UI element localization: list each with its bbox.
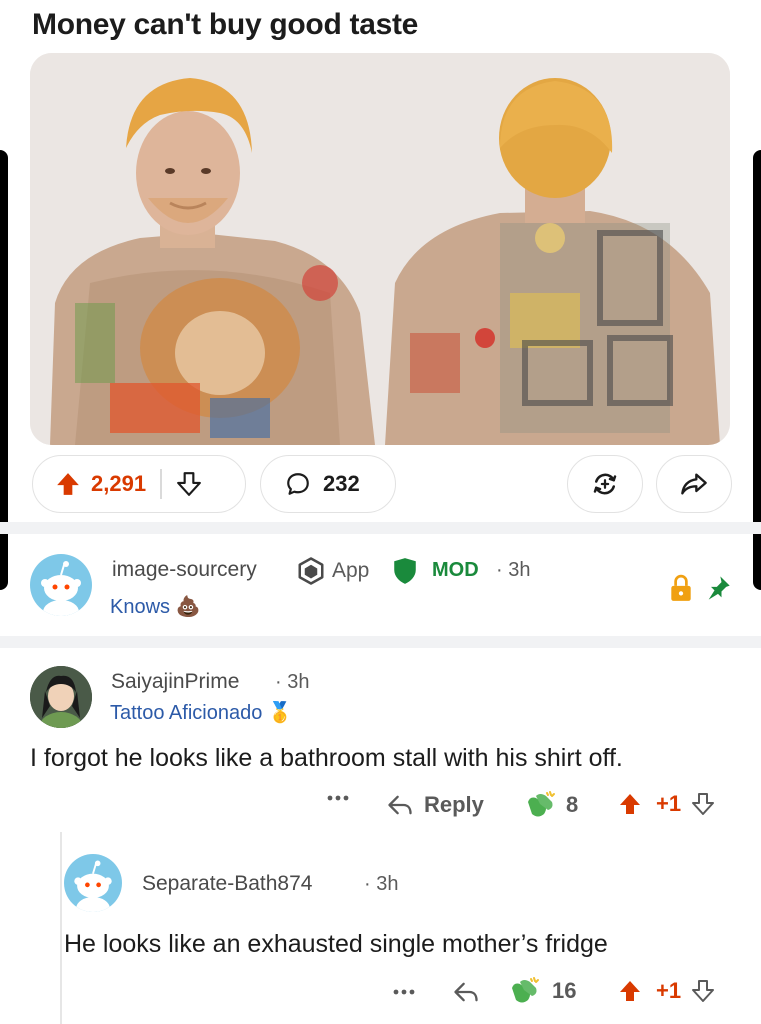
downvote-arrow-icon[interactable]: [176, 471, 202, 497]
mod-badge: MOD: [432, 559, 479, 581]
upvote-arrow-icon[interactable]: [55, 471, 81, 497]
comment-time: · 3h: [275, 671, 310, 693]
comment-vote: +1: [618, 791, 715, 817]
comment-score: +1: [656, 978, 682, 1003]
post-title: Money can't buy good taste: [32, 8, 419, 41]
award-count: 8: [566, 792, 579, 817]
mod-shield-icon: [392, 557, 418, 590]
downvote-arrow-icon[interactable]: [691, 792, 715, 816]
comment-body: I forgot he looks like a bathroom stall …: [30, 744, 623, 772]
award-button[interactable]: [567, 455, 643, 513]
snoo-icon: [41, 561, 81, 616]
comment-score: +1: [656, 791, 682, 816]
comments-button[interactable]: 232: [260, 455, 396, 513]
hands-award-icon: [524, 790, 556, 820]
comment-count: 232: [323, 471, 360, 496]
comment-username[interactable]: SaiyajinPrime: [111, 670, 239, 694]
comment-body: He looks like an exhausted single mother…: [64, 930, 608, 958]
mod-comment: image-sourcery App MOD · 3h Knows 💩: [0, 534, 761, 634]
comment: SaiyajinPrime · 3h Tattoo Aficionado 🥇 I…: [0, 648, 761, 828]
snoo-icon: [74, 860, 112, 912]
reply-arrow-icon[interactable]: [452, 979, 480, 1005]
comment-vote: +1: [618, 978, 715, 1004]
comment-bubble-icon: [285, 471, 311, 497]
avatar[interactable]: [30, 666, 92, 728]
time-value: 3h: [376, 873, 399, 895]
award-button[interactable]: 8: [524, 790, 578, 820]
post-image[interactable]: [30, 53, 730, 445]
comment-time: · 3h: [364, 873, 399, 895]
pin-icon: [704, 574, 732, 607]
more-options-icon[interactable]: [326, 794, 350, 802]
award-count: 16: [552, 978, 577, 1003]
avatar[interactable]: [30, 554, 92, 616]
upvote-arrow-icon[interactable]: [618, 792, 642, 816]
lock-icon: [668, 574, 694, 607]
section-divider: [0, 522, 761, 534]
flair-text: Tattoo Aficionado: [110, 702, 263, 724]
poop-emoji-icon: 💩: [175, 596, 201, 618]
time-value: 3h: [508, 559, 531, 581]
comment-username[interactable]: Separate-Bath874: [142, 872, 312, 896]
comment-time: · 3h: [496, 559, 531, 581]
hands-award-icon: [508, 976, 540, 1006]
more-options-icon[interactable]: [392, 988, 416, 996]
reply-arrow-icon: [386, 792, 414, 818]
user-flair: Knows 💩: [110, 594, 201, 619]
user-flair: Tattoo Aficionado 🥇: [110, 700, 293, 725]
vote-bar: 2,291: [32, 455, 246, 513]
reply-label: Reply: [424, 792, 484, 817]
vote-divider: [160, 469, 162, 499]
reply-button[interactable]: Reply: [386, 792, 484, 818]
time-value: 3h: [287, 671, 310, 693]
upvote-arrow-icon[interactable]: [618, 979, 642, 1003]
app-badge-icon: [296, 556, 326, 591]
tattooed-man-photo: [30, 53, 730, 445]
app-label: App: [332, 559, 370, 582]
medal-emoji-icon: 🥇: [267, 702, 293, 724]
share-button[interactable]: [656, 455, 732, 513]
award-button[interactable]: 16: [508, 976, 576, 1006]
share-arrow-icon: [680, 470, 708, 498]
comment-username[interactable]: image-sourcery: [112, 558, 257, 582]
downvote-arrow-icon[interactable]: [691, 979, 715, 1003]
vote-count: 2,291: [91, 471, 147, 496]
avatar[interactable]: [64, 854, 122, 912]
section-divider: [0, 636, 761, 648]
anime-character-avatar: [30, 666, 92, 728]
reply-comment: Separate-Bath874 · 3h He looks like an e…: [0, 840, 761, 1024]
flair-text: Knows: [110, 596, 171, 618]
award-icon: [590, 469, 620, 499]
